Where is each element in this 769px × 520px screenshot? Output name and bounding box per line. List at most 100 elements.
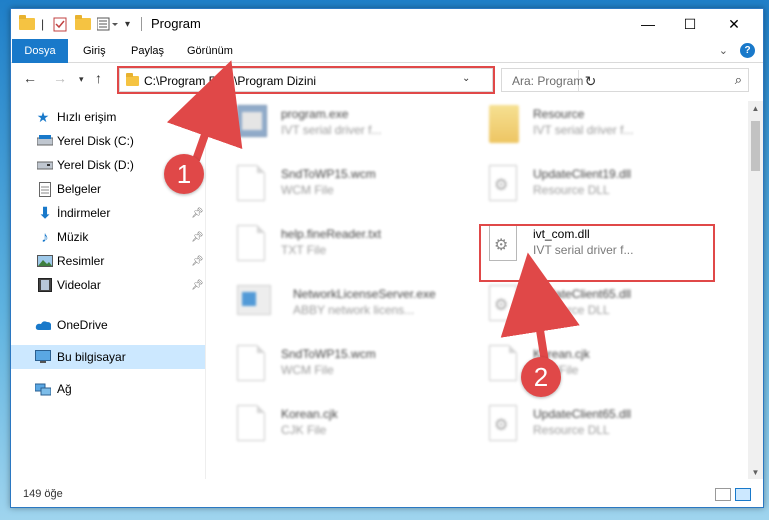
- list-item[interactable]: SndToWP15.wcm WCM File: [217, 161, 457, 217]
- sidebar-item-label: Yerel Disk (C:): [57, 134, 134, 148]
- sidebar-item-this-pc[interactable]: Bu bilgisayar: [11, 345, 205, 369]
- list-item[interactable]: ⚙ UpdateClient65.dll Resource DLL: [469, 281, 709, 337]
- dll-gear-icon: ⚙: [489, 285, 519, 323]
- scroll-up-icon[interactable]: ▲: [748, 101, 763, 115]
- list-item[interactable]: NetworkLicenseServer.exe ABBY network li…: [217, 281, 457, 337]
- list-item[interactable]: ⚙ UpdateClient19.dll Resource DLL: [469, 161, 709, 217]
- file-name: help.fineReader.txt: [281, 227, 382, 241]
- tab-view[interactable]: Görünüm: [177, 39, 243, 63]
- pane-divider: [205, 101, 206, 479]
- close-button[interactable]: ✕: [711, 9, 757, 39]
- file-name: NetworkLicenseServer.exe: [293, 287, 436, 301]
- pin-icon[interactable]: 📌︎: [191, 256, 204, 267]
- tab-share[interactable]: Paylaş: [121, 39, 174, 63]
- maximize-button[interactable]: ☐: [667, 9, 713, 39]
- pin-icon[interactable]: 📌︎: [191, 232, 204, 243]
- list-item[interactable]: help.fineReader.txt TXT File: [217, 221, 457, 277]
- list-item[interactable]: Resource IVT serial driver f...: [469, 101, 709, 157]
- sidebar-item-label: Videolar: [57, 278, 101, 292]
- list-item[interactable]: SndToWP15.wcm WCM File: [217, 341, 457, 397]
- title-bar: | ▾ Program — ☐ ✕: [11, 9, 763, 39]
- up-arrow-icon[interactable]: ↑: [95, 70, 102, 86]
- exe-icon: [237, 285, 271, 323]
- file-description: WCM File: [281, 363, 334, 377]
- sidebar-item-label: Belgeler: [57, 182, 102, 196]
- list-item[interactable]: Korean.cjk CJK File: [469, 341, 709, 397]
- documents-icon: [37, 181, 53, 197]
- dll-gear-icon: ⚙: [489, 405, 519, 443]
- document-icon: [489, 345, 519, 383]
- document-icon: [237, 345, 267, 383]
- new-folder-icon[interactable]: [75, 15, 91, 33]
- computer-icon: [35, 349, 51, 365]
- document-icon: [237, 165, 267, 203]
- sidebar-item-pictures[interactable]: Resimler 📌︎: [11, 249, 205, 273]
- file-list: program.exe IVT serial driver f... Resou…: [217, 101, 745, 479]
- file-description: WCM File: [281, 183, 334, 197]
- videos-icon: [37, 277, 53, 293]
- minimize-button[interactable]: —: [625, 9, 671, 39]
- sidebar-item-local-disk-c[interactable]: Yerel Disk (C:): [11, 129, 205, 153]
- status-bar: 149 öğe: [11, 483, 763, 507]
- address-row: ← → ▾ ↑ C:\Program Files\Program Dizini …: [11, 66, 763, 94]
- sidebar-item-label: Ağ: [57, 382, 72, 396]
- pin-icon[interactable]: 📌︎: [191, 208, 204, 219]
- tab-home[interactable]: Giriş: [73, 39, 116, 63]
- sidebar-item-quick-access[interactable]: ★ Hızlı erişim: [11, 105, 205, 129]
- customize-toolbar-icon[interactable]: [97, 15, 119, 33]
- folder-icon: [489, 105, 519, 143]
- pictures-icon: [37, 253, 53, 269]
- sidebar-item-music[interactable]: ♪ Müzik 📌︎: [11, 225, 205, 249]
- exe-icon: [237, 105, 267, 143]
- separator-icon: |: [41, 17, 45, 31]
- sidebar-item-videos[interactable]: Videolar 📌︎: [11, 273, 205, 297]
- tiles-view-icon[interactable]: [735, 488, 751, 501]
- sidebar-item-label: Resimler: [57, 254, 105, 268]
- details-view-icon[interactable]: [715, 488, 731, 501]
- dll-gear-icon: ⚙: [489, 165, 519, 203]
- scroll-down-icon[interactable]: ▼: [748, 465, 763, 479]
- document-icon: [237, 405, 267, 443]
- file-name: Korean.cjk: [281, 407, 338, 421]
- list-item[interactable]: program.exe IVT serial driver f...: [217, 101, 457, 157]
- search-placeholder: Ara: Program: [512, 74, 584, 88]
- sidebar-item-label: OneDrive: [57, 318, 108, 332]
- pin-icon[interactable]: 📌︎: [191, 280, 204, 291]
- sidebar-item-label: İndirmeler: [57, 206, 111, 220]
- search-icon[interactable]: ⌕: [735, 72, 742, 88]
- title-separator: [141, 17, 142, 31]
- sidebar-item-label: Yerel Disk (D:): [57, 158, 134, 172]
- drive-icon: [37, 157, 53, 173]
- sidebar-item-downloads[interactable]: ⬇ İndirmeler 📌︎: [11, 201, 205, 225]
- vertical-scrollbar[interactable]: ▲ ▼: [748, 101, 763, 479]
- recent-dropdown-icon[interactable]: ▾: [79, 74, 84, 85]
- download-icon: ⬇: [38, 205, 52, 222]
- help-icon[interactable]: ?: [740, 43, 755, 58]
- file-name: program.exe: [281, 107, 349, 121]
- qa-dropdown-icon[interactable]: ▾: [125, 15, 130, 33]
- star-icon: ★: [36, 108, 50, 125]
- search-input[interactable]: Ara: Program ⌕: [501, 68, 749, 92]
- file-description: ABBY network licens...: [293, 303, 415, 317]
- list-item[interactable]: ⚙ UpdateClient65.dll Resource DLL: [469, 401, 709, 457]
- document-icon: [237, 225, 267, 263]
- file-description: Resource DLL: [533, 303, 610, 317]
- sidebar-item-label: Hızlı erişim: [57, 110, 117, 124]
- file-name: SndToWP15.wcm: [281, 347, 376, 361]
- sidebar-item-network[interactable]: Ağ: [11, 377, 205, 401]
- address-highlight-box: [117, 66, 495, 94]
- drive-icon: [37, 133, 53, 149]
- tab-file[interactable]: Dosya: [12, 39, 68, 63]
- properties-icon[interactable]: [53, 15, 67, 33]
- list-item[interactable]: Korean.cjk CJK File: [217, 401, 457, 457]
- file-name: UpdateClient65.dll: [533, 407, 632, 421]
- sidebar-item-onedrive[interactable]: OneDrive: [11, 313, 205, 337]
- file-description: Resource DLL: [533, 423, 610, 437]
- expand-ribbon-icon[interactable]: ⌄: [719, 44, 728, 57]
- file-highlight-box: [479, 224, 715, 282]
- back-arrow-icon[interactable]: ←: [23, 70, 37, 86]
- forward-arrow-icon[interactable]: →: [53, 70, 67, 86]
- scroll-thumb[interactable]: [751, 121, 760, 171]
- file-name: SndToWP15.wcm: [281, 167, 376, 181]
- folder-icon: [19, 15, 35, 33]
